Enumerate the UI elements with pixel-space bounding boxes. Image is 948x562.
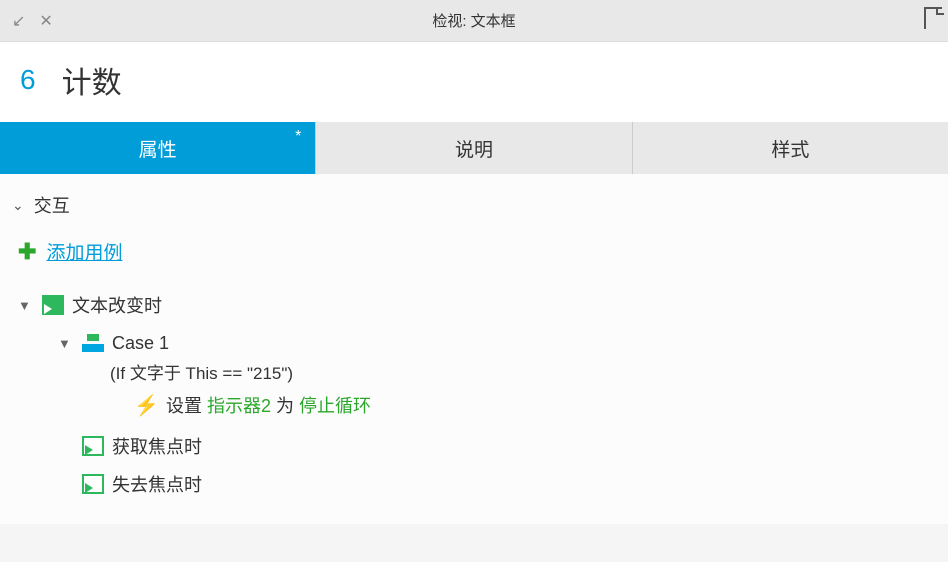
action-text: 设置 指示器2 为 停止循环 — [166, 392, 371, 418]
titlebar-controls: ↙ ✕ — [0, 11, 53, 31]
section-interactions[interactable]: ⌄ 交互 — [12, 192, 936, 218]
event-icon — [82, 436, 104, 456]
document-icon[interactable] — [924, 7, 942, 29]
action-target: 指示器2 — [207, 396, 271, 416]
tab-label: 说明 — [455, 135, 493, 162]
tab-label: 样式 — [771, 135, 809, 162]
event-label: 获取焦点时 — [112, 433, 202, 459]
section-title: 交互 — [34, 192, 70, 218]
tab-label: 属性 — [139, 135, 177, 162]
event-icon — [82, 474, 104, 494]
case-condition: (If 文字于 This == "215") — [110, 359, 936, 384]
widget-number: 6 — [20, 64, 36, 96]
action-prefix: 设置 — [166, 396, 207, 416]
tab-style[interactable]: 样式 — [633, 122, 948, 174]
case-icon — [82, 334, 104, 352]
event-icon — [42, 295, 64, 315]
expand-triangle-icon[interactable]: ▼ — [58, 336, 74, 351]
event-label: 文本改变时 — [72, 292, 162, 318]
titlebar-right — [924, 7, 942, 34]
plus-icon: ✚ — [18, 239, 36, 265]
event-text-change[interactable]: ▼ 文本改变时 ▼ Case 1 (If 文字于 This == "215") … — [18, 291, 936, 418]
titlebar: ↙ ✕ 检视: 文本框 — [0, 0, 948, 42]
dirty-indicator: * — [295, 128, 301, 146]
tab-notes[interactable]: 说明 — [316, 122, 632, 174]
tab-properties[interactable]: 属性 * — [0, 122, 316, 174]
add-case-button[interactable]: ✚ 添加用例 — [18, 238, 936, 265]
minimize-icon[interactable]: ↙ — [12, 11, 25, 31]
content-panel: ⌄ 交互 ✚ 添加用例 ▼ 文本改变时 ▼ Case 1 (If 文字于 Thi… — [0, 174, 948, 524]
case-node[interactable]: ▼ Case 1 (If 文字于 This == "215") ⚡ 设置 指示器… — [58, 329, 936, 418]
bolt-icon: ⚡ — [134, 393, 156, 418]
action-value: 停止循环 — [299, 396, 371, 416]
add-case-label: 添加用例 — [46, 238, 122, 265]
close-icon[interactable]: ✕ — [39, 11, 52, 31]
event-focus-lost[interactable]: 失去焦点时 — [58, 470, 936, 498]
expand-triangle-icon[interactable]: ▼ — [18, 298, 34, 313]
event-focus-gained[interactable]: 获取焦点时 — [58, 432, 936, 460]
window-title: 检视: 文本框 — [432, 10, 515, 31]
widget-name[interactable]: 计数 — [62, 58, 122, 102]
chevron-down-icon: ⌄ — [12, 197, 24, 214]
event-label: 失去焦点时 — [112, 471, 202, 497]
header: 6 计数 — [0, 42, 948, 122]
case-label: Case 1 — [112, 333, 169, 354]
interactions-tree: ▼ 文本改变时 ▼ Case 1 (If 文字于 This == "215") … — [18, 291, 936, 498]
tabs: 属性 * 说明 样式 — [0, 122, 948, 174]
action-row[interactable]: ⚡ 设置 指示器2 为 停止循环 — [134, 392, 936, 418]
action-mid: 为 — [271, 396, 299, 416]
